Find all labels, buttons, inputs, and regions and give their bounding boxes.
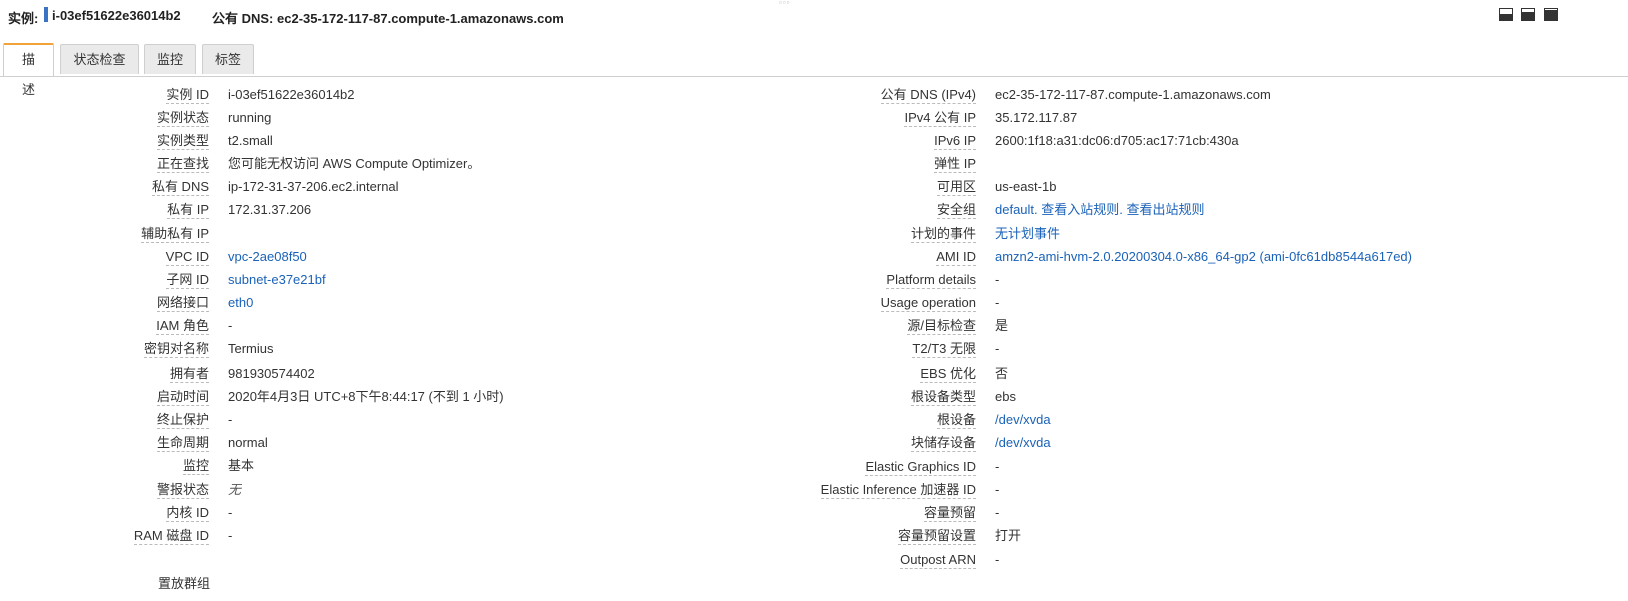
inbound-rules-link[interactable]: 查看入站规则 (1041, 202, 1119, 217)
detail-row: 根设备类型 ebs (0, 387, 1628, 407)
panel-half-icon[interactable] (1521, 8, 1535, 21)
detail-value: ebs (995, 389, 1016, 404)
instance-header: 实例: i-03ef51622e36014b2 公有 DNS: ec2-35-1… (0, 0, 1628, 34)
detail-value: 打开 (995, 528, 1022, 543)
detail-row: 计划的事件 无计划事件 (0, 224, 1628, 244)
detail-value: - (995, 272, 1000, 287)
detail-label: 公有 DNS (IPv4) (880, 87, 976, 104)
tab-description[interactable]: 描述 (3, 43, 54, 97)
detail-value: - (995, 505, 1000, 520)
detail-label: Elastic Graphics ID (865, 459, 976, 476)
placement-group-label: 置放群组 (158, 576, 211, 591)
detail-label: IPv4 公有 IP (904, 110, 976, 127)
detail-row: Platform details - (0, 270, 1628, 290)
detail-label: 容量预留 (923, 505, 976, 522)
detail-value: 35.172.117.87 (995, 110, 1078, 125)
tab-monitoring[interactable]: 监控 (144, 44, 196, 74)
detail-row: EBS 优化 否 (0, 364, 1628, 384)
detail-value: - (995, 295, 1000, 310)
detail-row: AMI ID amzn2-ami-hvm-2.0.20200304.0-x86_… (0, 247, 1628, 267)
public-dns-header: 公有 DNS: ec2-35-172-117-87.compute-1.amaz… (212, 11, 564, 26)
detail-label: 块储存设备 (910, 435, 976, 452)
block-device-link[interactable]: /dev/xvda (995, 433, 1051, 453)
detail-row: 容量预留设置 打开 (0, 526, 1628, 546)
resize-grip-icon[interactable]: ▫▫▫ (779, 0, 791, 7)
detail-label: 根设备 (936, 412, 976, 429)
detail-row: Outpost ARN - (0, 550, 1628, 570)
instance-color-marker (44, 7, 48, 22)
detail-label: 根设备类型 (910, 389, 976, 406)
instance-label: 实例: (8, 11, 39, 26)
detail-row: 根设备 /dev/xvda (0, 410, 1628, 430)
detail-label: IPv6 IP (934, 133, 976, 150)
detail-value: ec2-35-172-117-87.compute-1.amazonaws.co… (995, 87, 1271, 102)
detail-value: - (995, 459, 1000, 474)
detail-label: Platform details (886, 272, 976, 289)
detail-label: 容量预留设置 (897, 528, 976, 545)
detail-value: us-east-1b (995, 179, 1057, 194)
detail-label: 源/目标检查 (907, 318, 976, 335)
tab-tags[interactable]: 标签 (202, 44, 254, 74)
detail-row: 公有 DNS (IPv4) ec2-35-172-117-87.compute-… (0, 85, 1628, 105)
detail-tabs: 描述 状态检查 监控 标签 (0, 42, 1628, 97)
scheduled-events-link[interactable]: 无计划事件 (995, 224, 1060, 244)
detail-row: Elastic Graphics ID - (0, 457, 1628, 477)
rule-separator: . (1119, 202, 1123, 217)
detail-label: 可用区 (936, 179, 976, 196)
detail-row: IPv6 IP 2600:1f18:a31:dc06:d705:ac17:71c… (0, 131, 1628, 151)
detail-value: - (995, 552, 1000, 567)
tab-status-checks[interactable]: 状态检查 (60, 44, 139, 74)
detail-label: 弹性 IP (934, 156, 976, 173)
detail-value: - (995, 341, 1000, 356)
detail-row: 弹性 IP (0, 154, 1628, 174)
root-device-link[interactable]: /dev/xvda (995, 410, 1051, 430)
detail-row: 可用区 us-east-1b (0, 177, 1628, 197)
detail-value: 2600:1f18:a31:dc06:d705:ac17:71cb:430a (995, 133, 1239, 148)
detail-value: 否 (995, 366, 1009, 381)
detail-row: 容量预留 - (0, 503, 1628, 523)
ami-link[interactable]: amzn2-ami-hvm-2.0.20200304.0-x86_64-gp2 … (995, 247, 1412, 267)
detail-label: AMI ID (936, 249, 976, 266)
detail-value: 是 (995, 318, 1009, 333)
detail-label: Outpost ARN (900, 552, 976, 569)
detail-label: 计划的事件 (910, 226, 976, 243)
panel-bottom-icon[interactable] (1499, 8, 1513, 21)
detail-label: Usage operation (880, 295, 976, 312)
detail-row: 安全组 default. 查看入站规则. 查看出站规则 (0, 200, 1628, 220)
detail-row: T2/T3 无限 - (0, 339, 1628, 359)
outbound-rules-link[interactable]: 查看出站规则 (1127, 202, 1205, 217)
security-group-value: default. 查看入站规则. 查看出站规则 (995, 200, 1205, 220)
detail-row: Usage operation - (0, 293, 1628, 313)
detail-label: 安全组 (936, 202, 976, 219)
security-group-link[interactable]: default. (995, 202, 1038, 217)
detail-label: EBS 优化 (920, 366, 976, 383)
detail-value: - (995, 482, 1000, 497)
panel-full-icon[interactable] (1544, 8, 1558, 21)
detail-row: IPv4 公有 IP 35.172.117.87 (0, 108, 1628, 128)
detail-row: 源/目标检查 是 (0, 316, 1628, 336)
detail-row: Elastic Inference 加速器 ID - (0, 480, 1628, 500)
detail-label: T2/T3 无限 (912, 341, 976, 358)
detail-row: 块储存设备 /dev/xvda (0, 433, 1628, 453)
detail-label: Elastic Inference 加速器 ID (820, 482, 976, 499)
instance-id-header: i-03ef51622e36014b2 (52, 8, 181, 23)
